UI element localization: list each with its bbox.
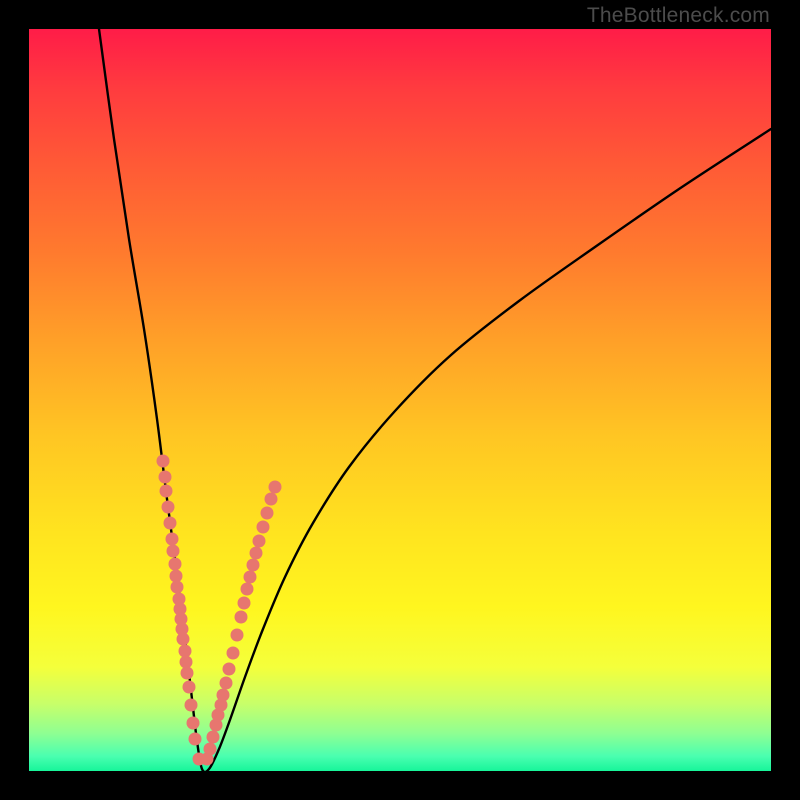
sample-dot (169, 558, 182, 571)
sample-dot (159, 471, 172, 484)
sample-dot (179, 645, 192, 658)
sample-dot (265, 493, 278, 506)
sample-dot (185, 699, 198, 712)
sample-dot (231, 629, 244, 642)
sample-dot (167, 545, 180, 558)
sample-dot (157, 455, 170, 468)
sample-dot (166, 533, 179, 546)
sample-dot (177, 633, 190, 646)
chart-frame: TheBottleneck.com (0, 0, 800, 800)
sample-dot (247, 559, 260, 572)
sample-dot (187, 717, 200, 730)
sample-dot (217, 689, 230, 702)
curve-layer (29, 29, 771, 771)
sample-dot (189, 733, 202, 746)
sample-dot (235, 611, 248, 624)
sample-dot (160, 485, 173, 498)
sample-dot (207, 731, 220, 744)
attribution-label: TheBottleneck.com (587, 4, 770, 28)
sample-dot (162, 501, 175, 514)
sample-dot (261, 507, 274, 520)
sample-dot (181, 667, 194, 680)
sample-dot (220, 677, 233, 690)
sample-dot (227, 647, 240, 660)
sample-dot (204, 743, 217, 756)
sample-dot (238, 597, 251, 610)
sample-dot (164, 517, 177, 530)
sample-dot (257, 521, 270, 534)
bottleneck-curve (99, 29, 771, 771)
plot-area (29, 29, 771, 771)
sample-dot (170, 570, 183, 583)
sample-dot (180, 656, 193, 669)
sample-dot (250, 547, 263, 560)
sample-dot (241, 583, 254, 596)
sample-dot (171, 581, 184, 594)
sample-dot (223, 663, 236, 676)
sample-dot (183, 681, 196, 694)
sample-dot (269, 481, 282, 494)
sample-dot (244, 571, 257, 584)
sample-dots-group (157, 455, 282, 766)
sample-dot (253, 535, 266, 548)
